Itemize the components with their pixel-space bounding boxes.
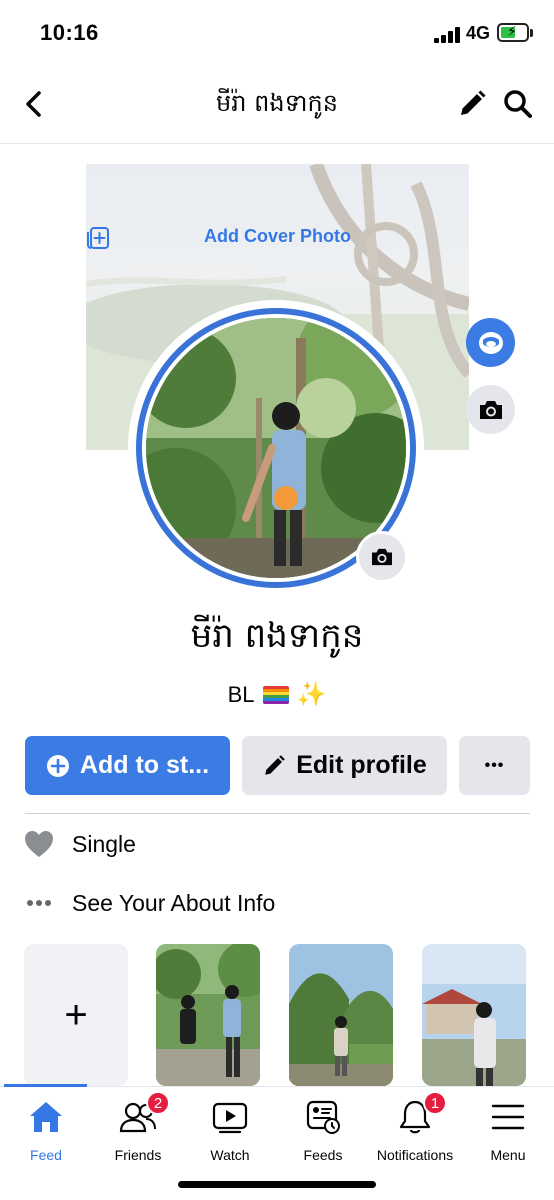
more-options-label: •••	[484, 756, 505, 774]
pencil-icon	[265, 754, 286, 775]
add-to-story-button[interactable]: Add to st...	[25, 736, 230, 795]
search-icon	[504, 90, 532, 118]
story-card[interactable]	[289, 944, 393, 1086]
add-to-story-label: Add to st...	[79, 751, 210, 779]
plus-icon: +	[64, 993, 88, 1037]
tab-friends[interactable]: 2 Friends	[92, 1091, 184, 1167]
bell-icon: 1	[395, 1091, 447, 1137]
profile-header: មីរ៉ា ពងទាកូន	[0, 66, 554, 144]
feeds-icon	[303, 1097, 343, 1137]
signal-icon	[434, 27, 460, 43]
chevron-left-icon	[26, 91, 41, 117]
notifications-badge: 1	[423, 1091, 447, 1115]
avatar-camera-button[interactable]	[356, 531, 408, 583]
header-title: មីរ៉ា ពងទាកូន	[216, 89, 338, 117]
about-info-label: See Your About Info	[72, 889, 276, 916]
bio-text: BL	[227, 681, 255, 707]
tab-label: Notifications	[376, 1147, 454, 1163]
camera-icon	[372, 548, 392, 566]
tab-menu[interactable]: Menu	[462, 1097, 554, 1167]
story-thumbnail	[422, 944, 526, 1086]
add-cover-photo-button[interactable]: Add Cover Photo	[86, 226, 469, 249]
battery-icon: ⚡	[497, 23, 533, 42]
friends-icon: 2	[118, 1091, 170, 1137]
bottom-tab-bar: Feed 2 Friends Watch Feeds 1 Notificatio…	[0, 1084, 554, 1200]
tab-feed[interactable]: Feed	[0, 1097, 92, 1167]
tab-label: Feed	[30, 1147, 62, 1163]
search-button[interactable]	[498, 84, 538, 124]
tab-label: Friends	[114, 1147, 162, 1163]
avatar-face-icon	[478, 331, 503, 354]
add-cover-label: Add Cover Photo	[204, 226, 351, 246]
tab-notifications[interactable]: 1 Notifications	[369, 1091, 461, 1167]
home-icon	[26, 1097, 66, 1137]
about-info-row[interactable]: See Your About Info	[24, 889, 275, 917]
story-card[interactable]	[156, 944, 260, 1086]
home-indicator	[178, 1181, 376, 1188]
tab-label: Feeds	[303, 1147, 343, 1163]
profile-bio: BL ✨	[0, 680, 554, 709]
status-time: 10:16	[40, 20, 99, 45]
back-button[interactable]	[14, 84, 54, 124]
watch-icon	[210, 1097, 250, 1137]
edit-button[interactable]	[452, 84, 492, 124]
avatar-button[interactable]	[466, 318, 515, 367]
more-options-button[interactable]: •••	[459, 736, 530, 795]
story-card[interactable]	[422, 944, 526, 1086]
add-photo-icon	[87, 227, 109, 249]
tab-feeds[interactable]: Feeds	[277, 1097, 369, 1167]
story-thumbnail	[156, 944, 260, 1086]
plus-circle-icon	[46, 754, 69, 777]
status-bar: 10:16 4G ⚡	[0, 0, 554, 66]
edit-profile-label: Edit profile	[296, 751, 427, 779]
sparkles-icon: ✨	[296, 681, 327, 708]
pencil-icon	[461, 90, 486, 115]
story-thumbnail	[289, 944, 393, 1086]
network-type: 4G	[466, 23, 491, 43]
add-story-card[interactable]: +	[24, 944, 128, 1086]
friends-badge: 2	[146, 1091, 170, 1115]
tab-label: Watch	[210, 1147, 250, 1163]
camera-icon	[479, 400, 502, 419]
tab-watch[interactable]: Watch	[184, 1097, 276, 1167]
section-divider	[25, 813, 530, 814]
rainbow-flag-icon	[262, 685, 289, 704]
menu-icon	[488, 1097, 528, 1137]
more-dots-icon	[27, 900, 51, 906]
edit-profile-button[interactable]: Edit profile	[242, 736, 447, 795]
relationship-row[interactable]: Single	[24, 830, 136, 858]
cover-camera-button[interactable]	[466, 385, 515, 434]
active-tab-indicator	[4, 1084, 87, 1087]
profile-name: មីរ៉ា ពងទាកូន	[190, 616, 364, 656]
tab-label: Menu	[490, 1147, 526, 1163]
relationship-label: Single	[72, 830, 136, 857]
heart-icon	[25, 831, 53, 857]
